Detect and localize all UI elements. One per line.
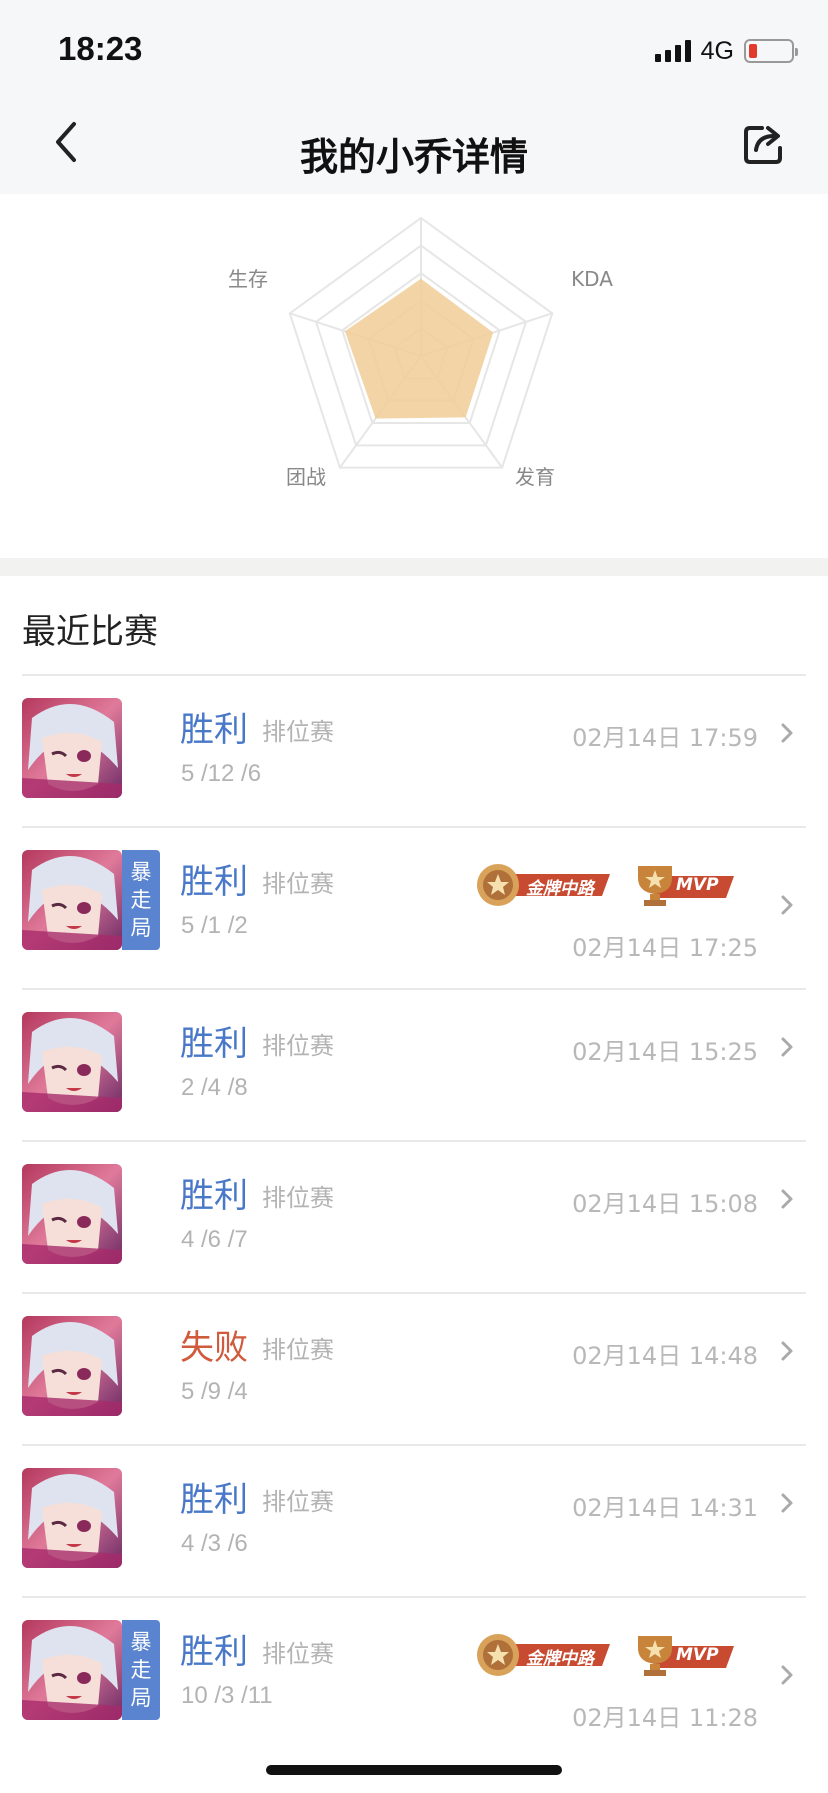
hero-avatar-icon <box>22 1468 122 1568</box>
chevron-right-icon[interactable] <box>778 1340 796 1362</box>
section-divider <box>0 558 828 576</box>
status-time: 18:23 <box>58 30 143 67</box>
hero-avatar <box>22 1468 122 1568</box>
match-result: 胜利 <box>180 1024 248 1064</box>
status-indicators: 4G <box>654 34 798 68</box>
match-time: 02月14日 17:59 <box>572 724 758 752</box>
mvp-label: MVP <box>676 875 719 895</box>
radar-value-area <box>344 278 494 419</box>
home-indicator[interactable] <box>266 1765 562 1775</box>
match-row[interactable]: 胜利 排位赛 5 /12 /6 02月14日 17:59 <box>22 674 806 826</box>
hero-avatar-icon <box>22 1316 122 1416</box>
gold-midlane-badge: 金牌中路 <box>474 862 614 908</box>
radar-label-kda: KDA <box>571 267 613 291</box>
match-mode: 排位赛 <box>262 1488 334 1516</box>
match-row[interactable]: 胜利 排位赛 4 /3 /6 02月14日 14:31 <box>22 1444 806 1596</box>
match-kda: 5 /1 /2 <box>181 912 248 939</box>
mvp-badge: MVP <box>632 862 736 908</box>
match-mode: 排位赛 <box>262 1336 334 1364</box>
recent-matches-title: 最近比赛 <box>22 612 158 652</box>
chevron-right-icon[interactable] <box>778 894 796 916</box>
nav-bar: 我的小乔详情 <box>0 90 828 194</box>
match-kda: 4 /3 /6 <box>181 1530 248 1557</box>
radar-label-survival: 生存 <box>228 267 268 291</box>
chevron-right-icon[interactable] <box>778 1492 796 1514</box>
mvp-label: MVP <box>676 1645 719 1665</box>
match-kda: 2 /4 /8 <box>181 1074 248 1101</box>
chevron-right-icon[interactable] <box>778 722 796 744</box>
hero-avatar-icon <box>22 698 122 798</box>
hero-avatar <box>22 698 122 798</box>
match-row[interactable]: 失败 排位赛 5 /9 /4 02月14日 14:48 <box>22 1292 806 1444</box>
hero-avatar <box>22 1164 122 1264</box>
match-result: 失败 <box>180 1328 248 1368</box>
match-time: 02月14日 15:25 <box>572 1038 758 1066</box>
page-title: 我的小乔详情 <box>299 135 528 179</box>
match-result: 胜利 <box>180 1480 248 1520</box>
match-kda: 5 /9 /4 <box>181 1378 248 1405</box>
chevron-right-icon[interactable] <box>778 1036 796 1058</box>
match-kda: 4 /6 /7 <box>181 1226 248 1253</box>
match-kda: 10 /3 /11 <box>181 1682 273 1709</box>
match-mode: 排位赛 <box>262 1032 334 1060</box>
gold-midlane-badge: 金牌中路 <box>474 1632 614 1678</box>
match-time: 02月14日 14:48 <box>572 1342 758 1370</box>
match-time: 02月14日 14:31 <box>572 1494 758 1522</box>
match-time: 02月14日 17:25 <box>572 934 758 962</box>
hero-avatar-icon <box>22 1164 122 1264</box>
radar-chart-svg: 生存 KDA 团战 发育 <box>228 216 613 489</box>
match-time: 02月14日 15:08 <box>572 1190 758 1218</box>
gold-midlane-label: 金牌中路 <box>526 879 594 899</box>
chevron-right-icon[interactable] <box>778 1188 796 1210</box>
match-kda: 5 /12 /6 <box>181 760 262 787</box>
hero-avatar-icon <box>22 1012 122 1112</box>
hero-avatar <box>22 1316 122 1416</box>
radar-chart: 生存 KDA 团战 发育 <box>0 194 828 558</box>
gold-midlane-label: 金牌中路 <box>526 1649 594 1669</box>
match-badges: 金牌中路 MVP <box>22 1632 806 1678</box>
match-mode: 排位赛 <box>262 718 334 746</box>
match-row[interactable]: 胜利 排位赛 2 /4 /8 02月14日 15:25 <box>22 988 806 1140</box>
radar-label-farming: 发育 <box>515 465 555 489</box>
signal-icon <box>654 40 691 62</box>
mvp-badge: MVP <box>632 1632 736 1678</box>
match-result: 胜利 <box>180 1176 248 1216</box>
share-icon[interactable] <box>742 120 788 166</box>
match-row[interactable]: 暴走局胜利 排位赛 10 /3 /11 02月14日 11:28 金牌中路 MVP <box>22 1596 806 1758</box>
match-result: 胜利 <box>180 710 248 750</box>
status-bar: 18:23 4G <box>0 0 828 90</box>
match-row[interactable]: 胜利 排位赛 4 /6 /7 02月14日 15:08 <box>22 1140 806 1292</box>
network-type: 4G <box>700 36 734 65</box>
match-badges: 金牌中路 MVP <box>22 862 806 908</box>
battery-icon <box>744 39 798 63</box>
hero-avatar <box>22 1012 122 1112</box>
match-mode: 排位赛 <box>262 1184 334 1212</box>
radar-label-teamfight: 团战 <box>286 465 326 489</box>
chevron-right-icon[interactable] <box>778 1664 796 1686</box>
match-row[interactable]: 暴走局胜利 排位赛 5 /1 /2 02月14日 17:25 金牌中路 MVP <box>22 826 806 988</box>
match-time: 02月14日 11:28 <box>572 1704 758 1732</box>
